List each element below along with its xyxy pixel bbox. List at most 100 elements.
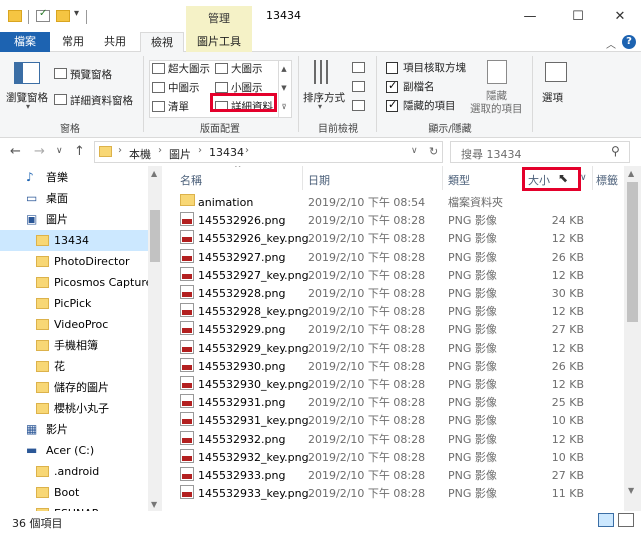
layout-large[interactable]: 大圖示 [231,61,263,76]
chevron-up-icon[interactable]: ︿ [606,36,616,51]
search-input[interactable]: 搜尋 13434 [461,146,522,162]
forward-icon[interactable]: → [34,144,45,159]
file-row[interactable]: 145532928.png 2019/2/10 下午 08:28 PNG 影像 30 … [176,285,624,303]
chevron-down-icon[interactable]: ▾ [318,102,322,111]
file-row[interactable]: 145532928_key.png 2019/2/10 下午 08:28 PNG 影… [176,303,624,321]
layout-list[interactable]: 清單 [168,99,189,114]
maximize-button[interactable]: ☐ [556,6,600,28]
tab-manage[interactable]: 管理 [186,6,252,32]
nav-item[interactable]: ▣ 圖片 [0,209,148,230]
nav-item-label: 櫻桃小丸子 [54,402,109,415]
nav-item[interactable]: PhotoDirector [0,251,148,272]
column-header-date[interactable]: 日期 [308,172,330,188]
file-row[interactable]: 145532927_key.png 2019/2/10 下午 08:28 PNG 影… [176,266,624,285]
file-row[interactable]: 145532932_key.png 2019/2/10 下午 08:28 PNG 影… [176,448,624,467]
file-row[interactable]: 145532926.png 2019/2/10 下午 08:28 PNG 影像 24 … [176,212,624,230]
nav-item[interactable]: PicPick [0,293,148,314]
nav-item[interactable]: 花 [0,356,148,377]
nav-item[interactable]: Boot [0,482,148,503]
column-header-type[interactable]: 類型 [448,172,470,188]
tab-home[interactable]: 常用 [54,32,92,52]
file-row[interactable]: 145532931_key.png 2019/2/10 下午 08:28 PNG 影… [176,412,624,430]
search-icon[interactable]: ⚲ [611,144,620,158]
file-row[interactable]: 145532930.png 2019/2/10 下午 08:28 PNG 影像 26 … [176,357,624,376]
properties-icon[interactable] [36,8,50,22]
nav-item[interactable]: 儲存的圖片 [0,377,148,398]
nav-item[interactable]: VideoProc [0,314,148,335]
nav-item[interactable]: 13434 [0,230,148,251]
details-view-icon[interactable] [598,513,614,527]
back-icon[interactable]: ← [10,144,21,159]
file-row[interactable]: 145532932.png 2019/2/10 下午 08:28 PNG 影像 12 … [176,430,624,449]
scroll-up-icon[interactable]: ▲ [628,169,634,178]
nav-item[interactable]: ♪ 音樂 [0,167,148,188]
chevron-right-icon[interactable]: › [158,145,162,156]
file-extensions-checkbox[interactable] [386,79,398,93]
tab-picture-tools[interactable]: 圖片工具 [186,32,252,52]
breadcrumb-pictures[interactable]: 圖片 [169,146,191,162]
nav-item[interactable]: ▭ 桌面 [0,188,148,209]
nav-item[interactable]: Picosmos Capture [0,272,152,293]
item-checkboxes-checkbox[interactable] [386,62,398,74]
large-icons-view-icon[interactable] [618,513,634,527]
recent-dropdown-icon[interactable]: ∨ [56,146,63,156]
nav-item[interactable]: ▬ Acer (C:) [0,440,148,461]
scroll-down-icon[interactable]: ▼ [151,500,157,509]
file-list-scrollbar-thumb[interactable] [627,182,638,322]
breadcrumb-13434[interactable]: 13434 [209,146,244,159]
address-bar[interactable]: › 本機 › 圖片 › 13434 › ∨ ↻ [94,141,443,163]
minimize-button[interactable]: — [508,6,552,28]
layout-scroll-icon[interactable]: ▲ ▼ ⊽ [278,60,289,118]
preview-pane-button[interactable]: 預覽窗格 [70,67,112,82]
breadcrumb-this-pc[interactable]: 本機 [129,146,151,162]
nav-item[interactable]: .android [0,461,148,482]
group-by-icon[interactable] [352,62,365,73]
new-folder-icon[interactable] [56,10,70,22]
chevron-down-icon[interactable]: ∨ [411,146,418,156]
png-file-icon [180,339,194,354]
file-row[interactable]: 145532930_key.png 2019/2/10 下午 08:28 PNG 影… [176,376,624,394]
details-pane-button[interactable]: 詳細資料窗格 [70,93,133,108]
up-icon[interactable]: ↑ [74,144,85,159]
file-row[interactable]: animation 2019/2/10 下午 08:54 檔案資料夾 [176,194,624,212]
help-icon[interactable]: ? [622,35,636,49]
chevron-right-icon[interactable]: › [118,145,122,156]
options-button[interactable]: 選項 [542,90,563,105]
nav-item[interactable]: ESUNAP [0,503,148,511]
tab-share[interactable]: 共用 [96,32,134,52]
hidden-items-checkbox[interactable] [386,98,398,112]
refresh-icon[interactable]: ↻ [429,145,438,158]
navigation-pane-icon[interactable] [14,62,40,84]
close-button[interactable]: ✕ [598,6,641,28]
file-row[interactable]: 145532933_key.png 2019/2/10 下午 08:28 PNG 影… [176,485,624,503]
sort-by-button[interactable]: 排序方式 [303,90,345,105]
layout-extra-large[interactable]: 超大圖示 [168,61,210,76]
nav-item[interactable]: ▦ 影片 [0,419,148,440]
chevron-right-icon[interactable]: › [198,145,202,156]
column-header-name[interactable]: 名稱 [180,172,202,188]
layout-medium[interactable]: 中圖示 [168,80,200,95]
file-row[interactable]: 145532926_key.png 2019/2/10 下午 08:28 PNG 影… [176,230,624,248]
scroll-down-icon[interactable]: ▼ [628,486,634,495]
chevron-down-icon[interactable]: ▾ [26,102,30,111]
nav-item[interactable]: 手機相簿 [0,335,148,356]
divider [532,56,533,132]
chevron-right-icon[interactable]: › [245,145,249,156]
size-columns-icon[interactable] [352,100,365,111]
search-box[interactable]: 搜尋 13434 ⚲ [450,141,630,163]
hide-selected-line2[interactable]: 選取的項目 [470,101,523,116]
file-row[interactable]: 145532931.png 2019/2/10 下午 08:28 PNG 影像 25 … [176,394,624,412]
file-type: PNG 影像 [448,287,497,300]
add-columns-icon[interactable] [352,81,365,92]
scroll-up-icon[interactable]: ▲ [151,169,157,178]
file-row[interactable]: 145532929_key.png 2019/2/10 下午 08:28 PNG 影… [176,339,624,358]
quick-access-dropdown-icon[interactable]: ▾ [74,8,79,19]
tab-view[interactable]: 檢視 [140,32,184,53]
nav-scrollbar-thumb[interactable] [150,210,160,262]
file-row[interactable]: 145532933.png 2019/2/10 下午 08:28 PNG 影像 27 … [176,467,624,485]
file-row[interactable]: 145532927.png 2019/2/10 下午 08:28 PNG 影像 26 … [176,248,624,267]
column-header-tags[interactable]: 標籤 [596,172,618,188]
file-row[interactable]: 145532929.png 2019/2/10 下午 08:28 PNG 影像 27 … [176,321,624,339]
nav-item[interactable]: 櫻桃小丸子 [0,398,148,419]
tab-file[interactable]: 檔案 [0,32,50,52]
